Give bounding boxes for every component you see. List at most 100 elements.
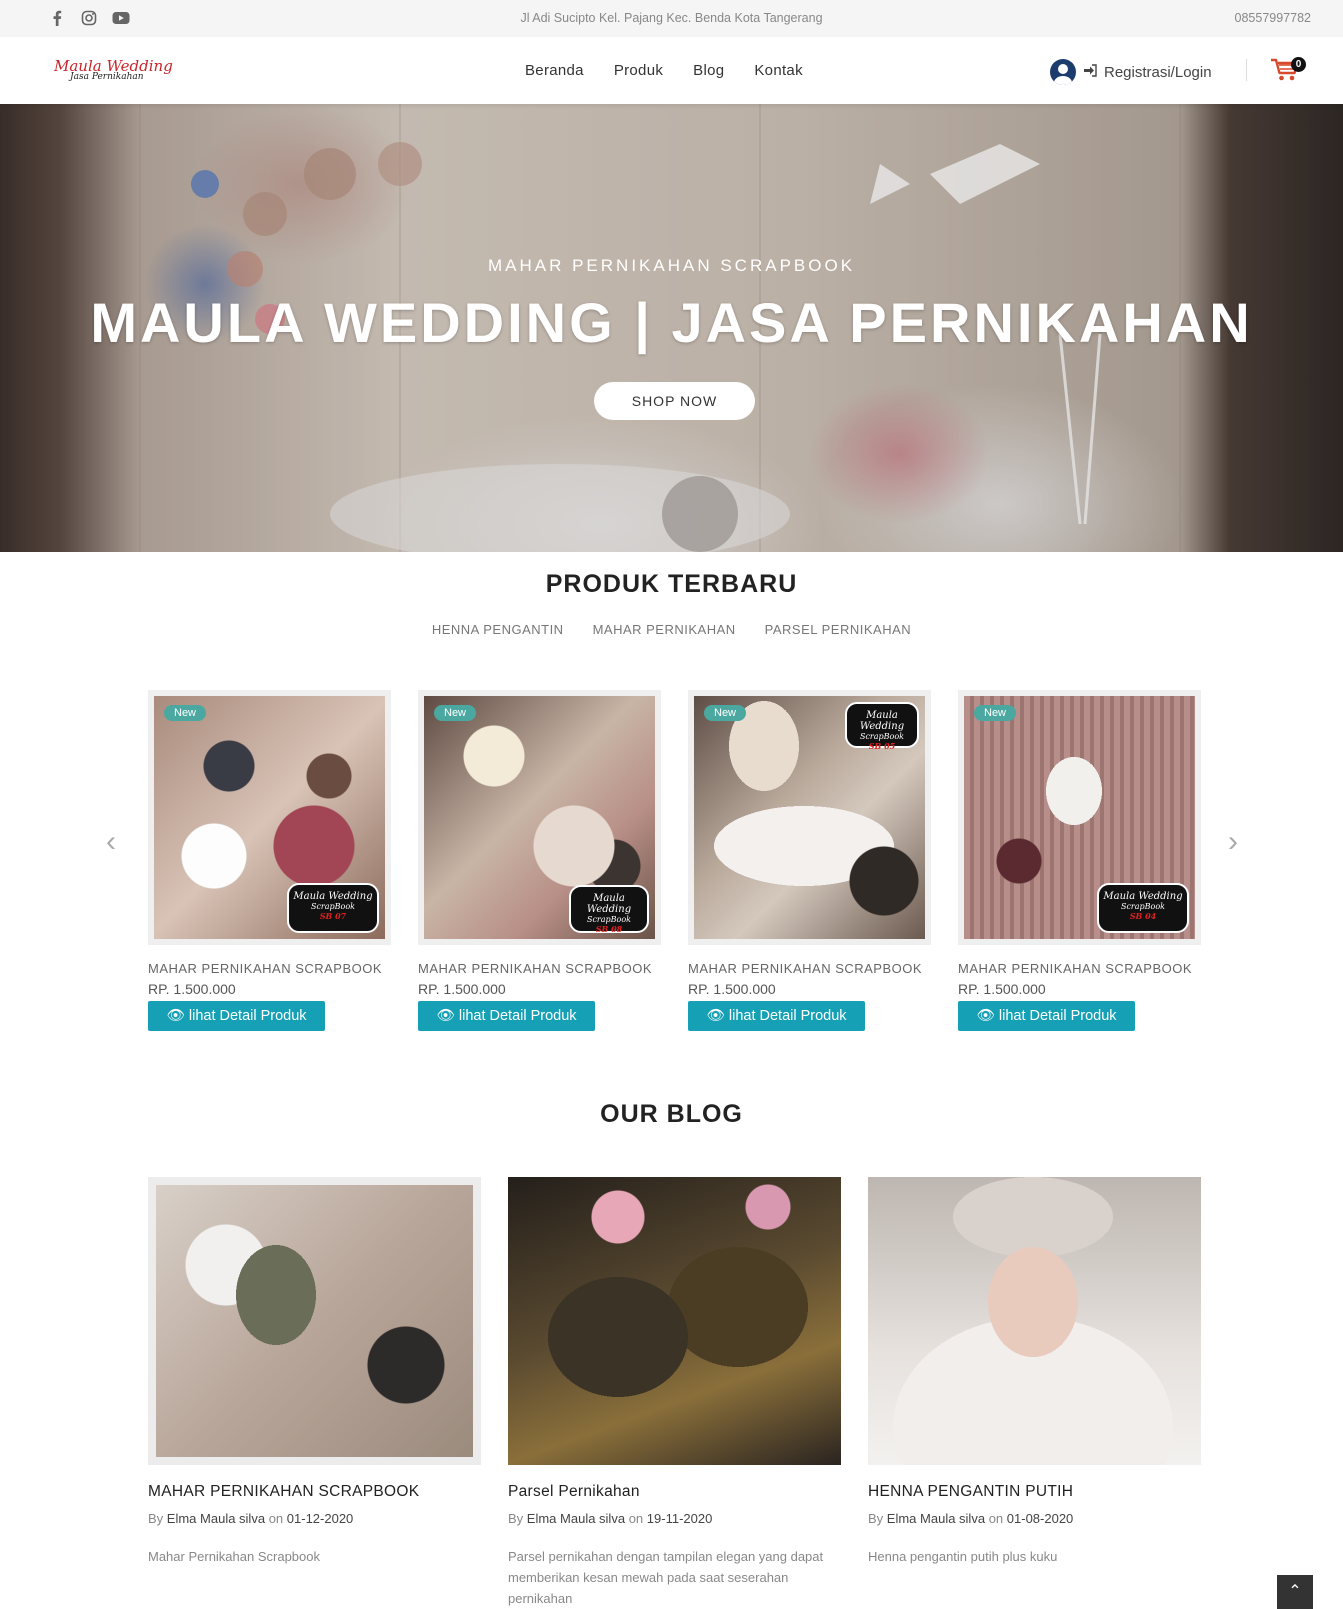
blog-post-author: Elma Maula silva [526, 1511, 626, 1526]
brand-seal: Maula Wedding ScrapBook SB 08 [569, 885, 649, 934]
nav-blog[interactable]: Blog [693, 62, 724, 79]
hero-banner: MAHAR PERNIKAHAN SCRAPBOOK MAULA WEDDING… [0, 104, 1343, 552]
seal-line-1: Maula Wedding [293, 891, 373, 902]
carousel-next-icon[interactable]: › [1228, 827, 1238, 857]
sign-in-icon [1083, 63, 1097, 81]
seal-line-1: Maula Wedding [1103, 891, 1183, 902]
seal-line-1: Maula Wedding [859, 710, 905, 732]
product-name[interactable]: MAHAR PERNIKAHAN SCRAPBOOK [688, 960, 931, 978]
view-product-button[interactable]: 👁 lihat Detail Produk [958, 1001, 1135, 1031]
user-avatar-icon[interactable] [1050, 59, 1076, 85]
blog-post-title[interactable]: HENNA PENGANTIN PUTIH [868, 1483, 1201, 1501]
account-area: Registrasi/Login [1050, 59, 1212, 85]
nav-kontak[interactable]: Kontak [754, 62, 803, 79]
blog-post-date: 01-08-2020 [1006, 1511, 1074, 1526]
phone-number: 08557997782 [1234, 11, 1311, 25]
main-header: Maula Wedding Jasa Pernikahan Beranda Pr… [0, 37, 1343, 104]
blog-post[interactable]: Parsel Pernikahan By Elma Maula silva on… [508, 1177, 841, 1609]
product-card[interactable]: New Maula Wedding ScrapBook SB 07 MAHAR … [148, 690, 391, 1031]
cart-count-badge: 0 [1291, 57, 1306, 72]
address-text: Jl Adi Sucipto Kel. Pajang Kec. Benda Ko… [520, 11, 823, 25]
brand-seal: Maula Wedding ScrapBook SB 07 [287, 883, 379, 933]
hero-subtitle: MAHAR PERNIKAHAN SCRAPBOOK [487, 256, 856, 275]
product-name[interactable]: MAHAR PERNIKAHAN SCRAPBOOK [958, 960, 1201, 978]
view-product-label: lihat Detail Produk [458, 1008, 577, 1024]
blog-post-title[interactable]: Parsel Pernikahan [508, 1483, 841, 1501]
blog-post-excerpt: Parsel pernikahan dengan tampilan elegan… [508, 1549, 824, 1606]
blog-post-excerpt: Henna pengantin putih plus kuku [868, 1549, 1058, 1564]
meta-by: By [868, 1511, 884, 1526]
blog-post-title[interactable]: MAHAR PERNIKAHAN SCRAPBOOK [148, 1483, 481, 1501]
meta-on: on [628, 1511, 644, 1526]
new-badge: New [704, 705, 747, 721]
product-image[interactable]: New Maula Wedding ScrapBook SB 05 [688, 690, 931, 945]
product-image[interactable]: New Maula Wedding ScrapBook SB 08 [418, 690, 661, 945]
product-image[interactable]: New Maula Wedding ScrapBook SB 04 [958, 690, 1201, 945]
header-divider [1246, 59, 1247, 81]
view-product-label: lihat Detail Produk [998, 1008, 1117, 1024]
view-product-button[interactable]: 👁 lihat Detail Produk [148, 1001, 325, 1031]
meta-by: By [148, 1511, 164, 1526]
nav-produk[interactable]: Produk [614, 62, 663, 79]
logo-line-2: Jasa Pernikahan [70, 72, 144, 82]
seal-code: SB 07 [319, 911, 347, 921]
meta-on: on [268, 1511, 284, 1526]
nav-beranda[interactable]: Beranda [525, 62, 584, 79]
view-product-button[interactable]: 👁 lihat Detail Produk [418, 1001, 595, 1031]
product-name[interactable]: MAHAR PERNIKAHAN SCRAPBOOK [148, 960, 391, 978]
product-price: RP. 1.500.000 [148, 981, 236, 997]
new-badge: New [974, 705, 1017, 721]
blog-post[interactable]: HENNA PENGANTIN PUTIH By Elma Maula silv… [868, 1177, 1201, 1609]
view-product-button[interactable]: 👁 lihat Detail Produk [688, 1001, 865, 1031]
blog-post-meta: By Elma Maula silva on 01-12-2020 [148, 1511, 481, 1526]
new-badge: New [434, 705, 477, 721]
hero-title: MAULA WEDDING | JASA PERNIKAHAN [90, 291, 1253, 354]
blog-post-image[interactable] [868, 1177, 1201, 1465]
blog-post[interactable]: MAHAR PERNIKAHAN SCRAPBOOK By Elma Maula… [148, 1177, 481, 1609]
main-nav: Beranda Produk Blog Kontak [525, 62, 803, 79]
product-carousel: New Maula Wedding ScrapBook SB 07 MAHAR … [148, 690, 1201, 1031]
view-product-label: lihat Detail Produk [188, 1008, 307, 1024]
brand-seal: Maula Wedding ScrapBook SB 04 [1097, 883, 1189, 933]
product-price: RP. 1.500.000 [688, 981, 776, 997]
blog-post-date: 01-12-2020 [286, 1511, 354, 1526]
product-name[interactable]: MAHAR PERNIKAHAN SCRAPBOOK [418, 960, 661, 978]
eye-icon: 👁 [166, 1008, 189, 1024]
site-logo[interactable]: Maula Wedding Jasa Pernikahan [52, 57, 174, 85]
product-card[interactable]: New Maula Wedding ScrapBook SB 08 MAHAR … [418, 690, 661, 1031]
blog-post-author: Elma Maula silva [886, 1511, 986, 1526]
blog-post-date: 19-11-2020 [646, 1511, 713, 1526]
blog-post-image[interactable] [508, 1177, 841, 1465]
seal-line-1: Maula Wedding [586, 893, 632, 915]
blog-section-title: OUR BLOG [600, 1100, 743, 1128]
product-price: RP. 1.500.000 [418, 981, 506, 997]
filter-parsel-pernikahan[interactable]: PARSEL PERNIKAHAN [765, 622, 912, 637]
shop-now-button[interactable]: SHOP NOW [594, 382, 755, 420]
seal-line-2: ScrapBook [859, 732, 905, 741]
eye-icon: 👁 [436, 1008, 459, 1024]
blog-post-image[interactable] [148, 1177, 481, 1465]
product-filters: HENNA PENGANTIN MAHAR PERNIKAHAN PARSEL … [0, 622, 1343, 637]
seal-line-2: ScrapBook [310, 902, 356, 911]
seal-line-2: ScrapBook [586, 915, 632, 924]
blog-post-meta: By Elma Maula silva on 01-08-2020 [868, 1511, 1201, 1526]
product-card[interactable]: New Maula Wedding ScrapBook SB 05 MAHAR … [688, 690, 931, 1031]
blog-post-meta: By Elma Maula silva on 19-11-2020 [508, 1511, 841, 1526]
seal-code: SB 04 [1129, 911, 1157, 921]
carousel-prev-icon[interactable]: ‹ [106, 827, 116, 857]
product-price: RP. 1.500.000 [958, 981, 1046, 997]
meta-by: By [508, 1511, 524, 1526]
view-product-label: lihat Detail Produk [728, 1008, 847, 1024]
filter-mahar-pernikahan[interactable]: MAHAR PERNIKAHAN [593, 622, 736, 637]
top-bar: Jl Adi Sucipto Kel. Pajang Kec. Benda Ko… [0, 0, 1343, 37]
blog-post-excerpt: Mahar Pernikahan Scrapbook [148, 1549, 320, 1564]
scroll-to-top-icon[interactable]: ⌃ [1277, 1575, 1313, 1609]
product-image[interactable]: New Maula Wedding ScrapBook SB 07 [148, 690, 391, 945]
filter-henna-pengantin[interactable]: HENNA PENGANTIN [432, 622, 564, 637]
seal-line-2: ScrapBook [1120, 902, 1166, 911]
products-section-title: PRODUK TERBARU [545, 570, 798, 598]
product-card[interactable]: New Maula Wedding ScrapBook SB 04 MAHAR … [958, 690, 1201, 1031]
login-link[interactable]: Registrasi/Login [1104, 64, 1212, 81]
cart-button[interactable]: 0 [1270, 57, 1306, 85]
seal-code: SB 08 [595, 924, 623, 934]
